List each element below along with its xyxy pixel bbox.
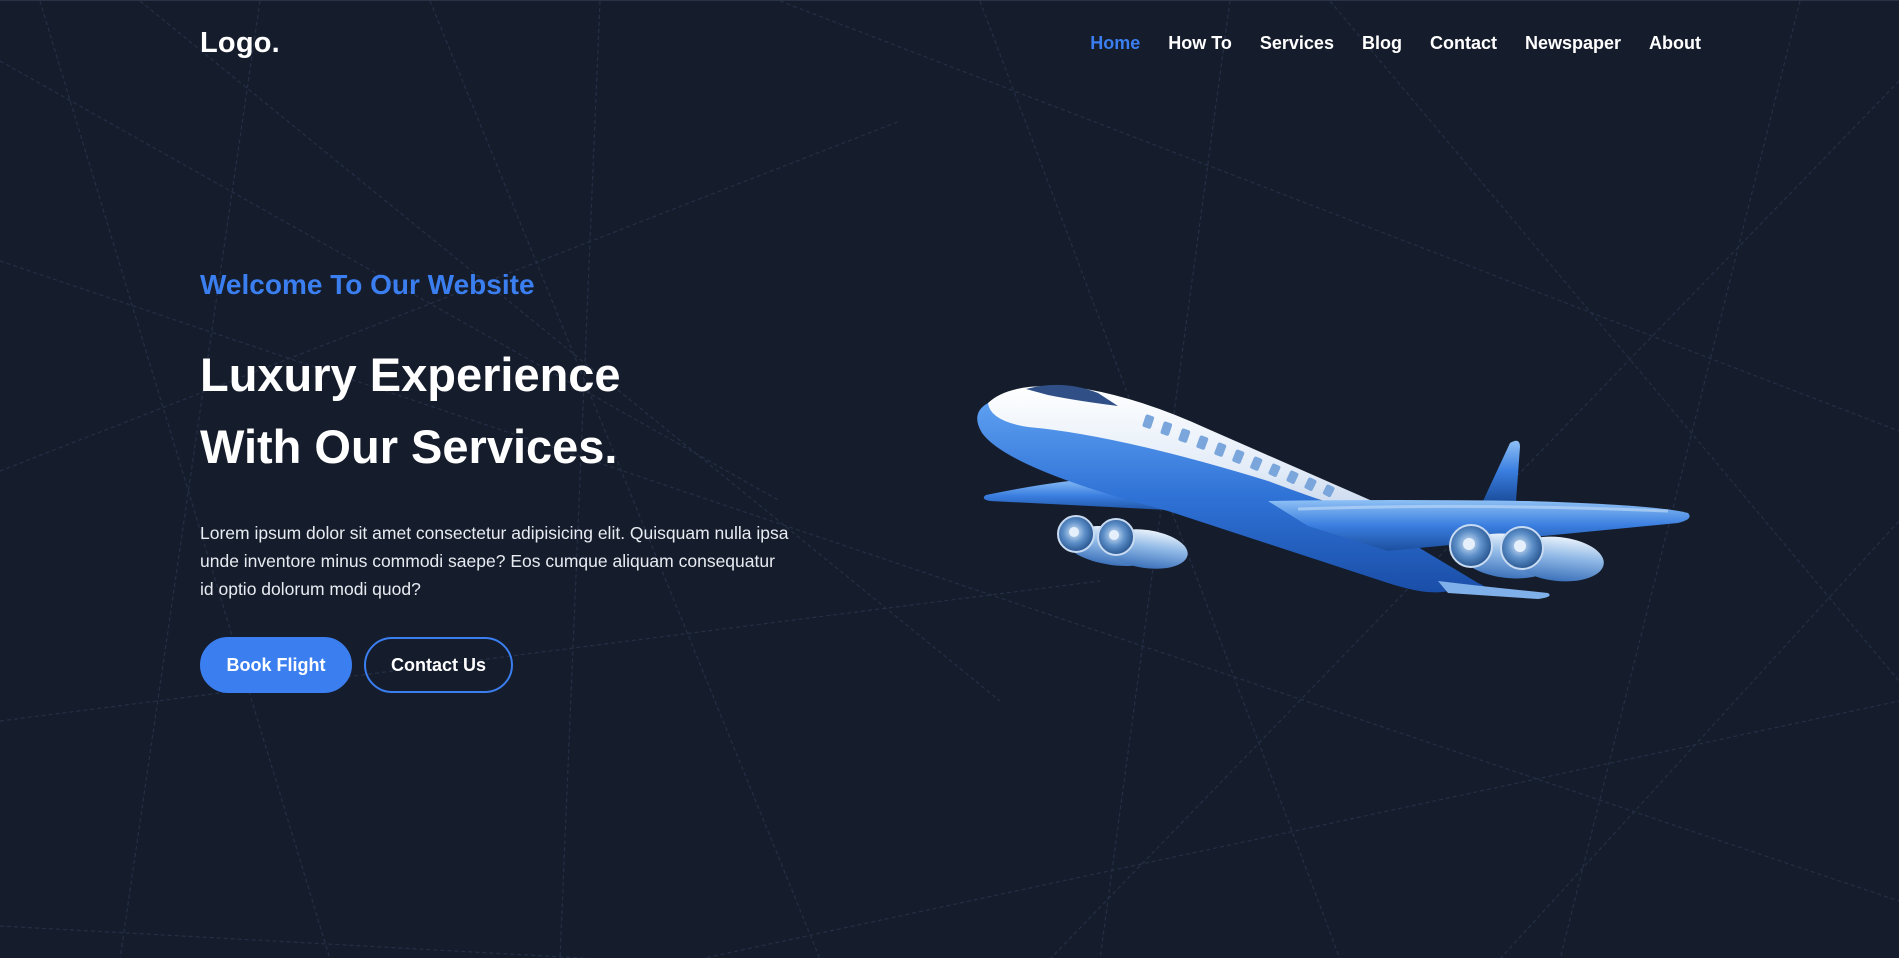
headline-line-2: With Our Services. <box>200 420 618 473</box>
welcome-subtitle: Welcome To Our Website <box>200 269 535 300</box>
hero-description: Lorem ipsum dolor sit amet consectetur a… <box>200 523 789 599</box>
nav-item-home[interactable]: Home <box>1090 33 1140 54</box>
nav-item-newspaper[interactable]: Newspaper <box>1525 33 1621 54</box>
book-flight-button[interactable]: Book Flight <box>200 637 352 693</box>
main-nav: Home How To Services Blog Contact Newspa… <box>1062 33 1701 54</box>
contact-us-button[interactable]: Contact Us <box>364 637 513 693</box>
logo[interactable]: Logo. <box>200 27 280 60</box>
nav-item-how-to[interactable]: How To <box>1168 33 1232 54</box>
airplane-illustration <box>977 384 1690 599</box>
nav-item-blog[interactable]: Blog <box>1362 33 1402 54</box>
landing-page: Logo. Home How To Services Blog Contact … <box>0 0 1899 958</box>
navbar: Logo. Home How To Services Blog Contact … <box>0 1 1899 87</box>
nav-item-services[interactable]: Services <box>1260 33 1334 54</box>
nav-item-contact[interactable]: Contact <box>1430 33 1497 54</box>
hero-buttons: Book Flight Contact Us <box>200 637 820 693</box>
hero-section: Welcome To Our Website Luxury Experience… <box>200 269 820 693</box>
hero-headline: Luxury Experience With Our Services. <box>200 339 820 483</box>
headline-line-1: Luxury Experience <box>200 348 621 401</box>
nav-item-about[interactable]: About <box>1649 33 1701 54</box>
